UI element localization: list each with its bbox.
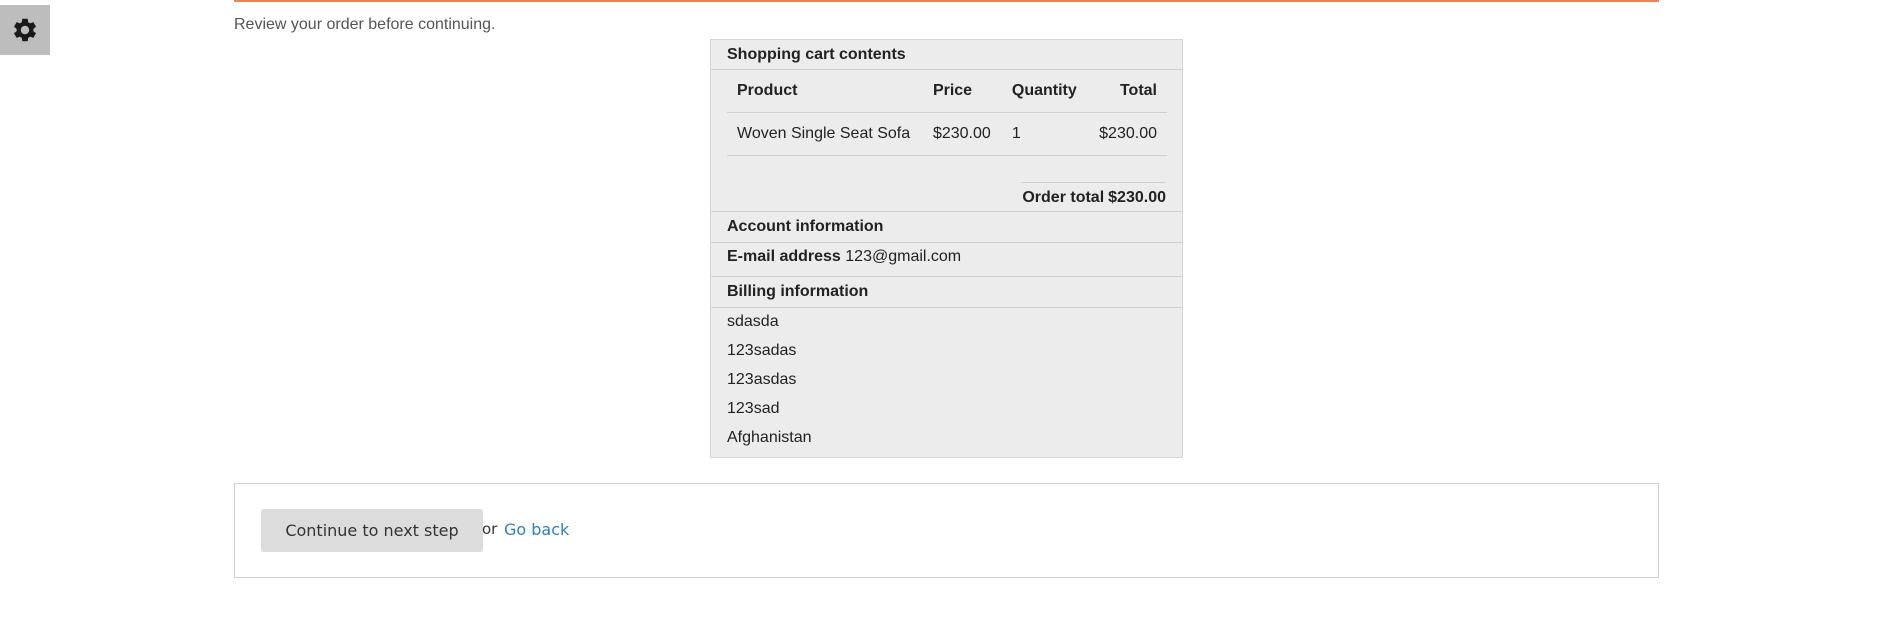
order-total: Order total $230.00 [711,183,1182,212]
billing-line: sdasda [727,313,779,330]
billing-line: 123sadas [727,342,797,359]
continue-button[interactable]: Continue to next step [261,509,483,552]
intro-text: Review your order before continuing. [234,16,496,33]
header-product: Product [727,70,923,113]
billing-line: Afghanistan [727,429,812,446]
billing-pane-title: Billing information [711,277,1182,308]
order-total-value: $230.00 [1108,189,1166,206]
header-total: Total [1088,70,1167,113]
email-value: 123@gmail.com [845,248,962,265]
settings-button[interactable] [0,5,50,55]
header-price: Price [922,70,1002,113]
cart-header-row: Product Price Quantity Total [727,70,1167,113]
cart-pane-title: Shopping cart contents [711,40,1182,70]
go-back-link[interactable]: Go back [504,520,569,539]
cell-price: $230.00 [922,112,1002,156]
cart-table: Product Price Quantity Total Woven Singl… [727,70,1167,156]
checkout-review-page: Review your order before continuing. Sho… [0,0,1897,632]
or-text: or [482,520,498,538]
email-label: E-mail address [727,248,841,265]
message-border [234,0,1659,2]
billing-line: 123asdas [727,371,797,388]
email-row: E-mail address 123@gmail.com [711,243,1182,277]
checkout-actions: Continue to next step or Go back [234,483,1659,578]
order-total-label: Order total [1022,189,1105,206]
review-panel: Shopping cart contents Product Price Qua… [710,39,1183,458]
cell-quantity: 1 [1001,112,1088,156]
gear-icon [14,18,36,42]
billing-line: 123sad [727,400,780,417]
table-row: Woven Single Seat Sofa $230.00 1 $230.00 [727,112,1167,156]
cell-product: Woven Single Seat Sofa [727,112,923,156]
header-quantity: Quantity [1001,70,1088,113]
account-pane-title: Account information [711,212,1182,243]
cell-total: $230.00 [1088,112,1167,156]
